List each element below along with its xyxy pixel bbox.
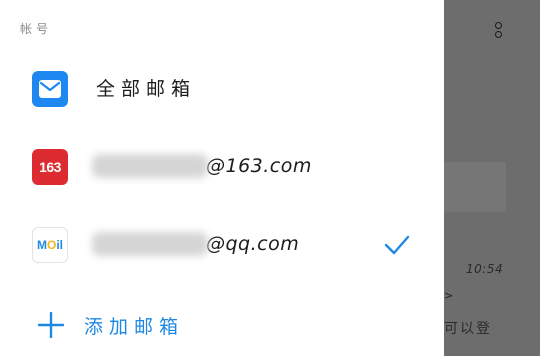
selected-check-icon — [384, 235, 410, 255]
add-mailbox-button[interactable]: 添加邮箱 — [0, 300, 444, 350]
plus-icon — [38, 312, 64, 338]
background-message-time: 10:54 — [466, 262, 504, 276]
account-item-qq[interactable]: MOil @qq.com — [0, 216, 444, 276]
screen: 10:54 > 可以登 帐号 全部邮箱 163 @163.com MOil @q… — [0, 0, 540, 356]
masked-username — [92, 232, 208, 256]
accounts-section-label: 帐号 — [20, 22, 53, 36]
account-domain: @163.com — [206, 155, 312, 177]
account-domain: @qq.com — [206, 233, 300, 255]
account-item-163[interactable]: 163 @163.com — [0, 138, 444, 198]
account-drawer: 帐号 全部邮箱 163 @163.com MOil @qq.com 添加邮箱 — [0, 0, 444, 356]
account-address-163: @163.com — [92, 154, 312, 182]
qq-mail-logo-icon: MOil — [32, 227, 68, 263]
masked-username — [92, 154, 208, 178]
netease-163-logo-icon: 163 — [32, 149, 68, 185]
background-card — [444, 162, 506, 212]
add-mailbox-label: 添加邮箱 — [84, 316, 185, 338]
all-mailboxes-label: 全部邮箱 — [96, 78, 197, 100]
more-options-icon — [492, 22, 504, 48]
account-address-qq: @qq.com — [92, 232, 299, 260]
mail-envelope-icon — [32, 71, 68, 107]
background-message-snippet: 可以登 — [444, 321, 492, 337]
all-mailboxes-item[interactable]: 全部邮箱 — [0, 60, 444, 120]
background-chevron-icon: > — [444, 289, 454, 302]
